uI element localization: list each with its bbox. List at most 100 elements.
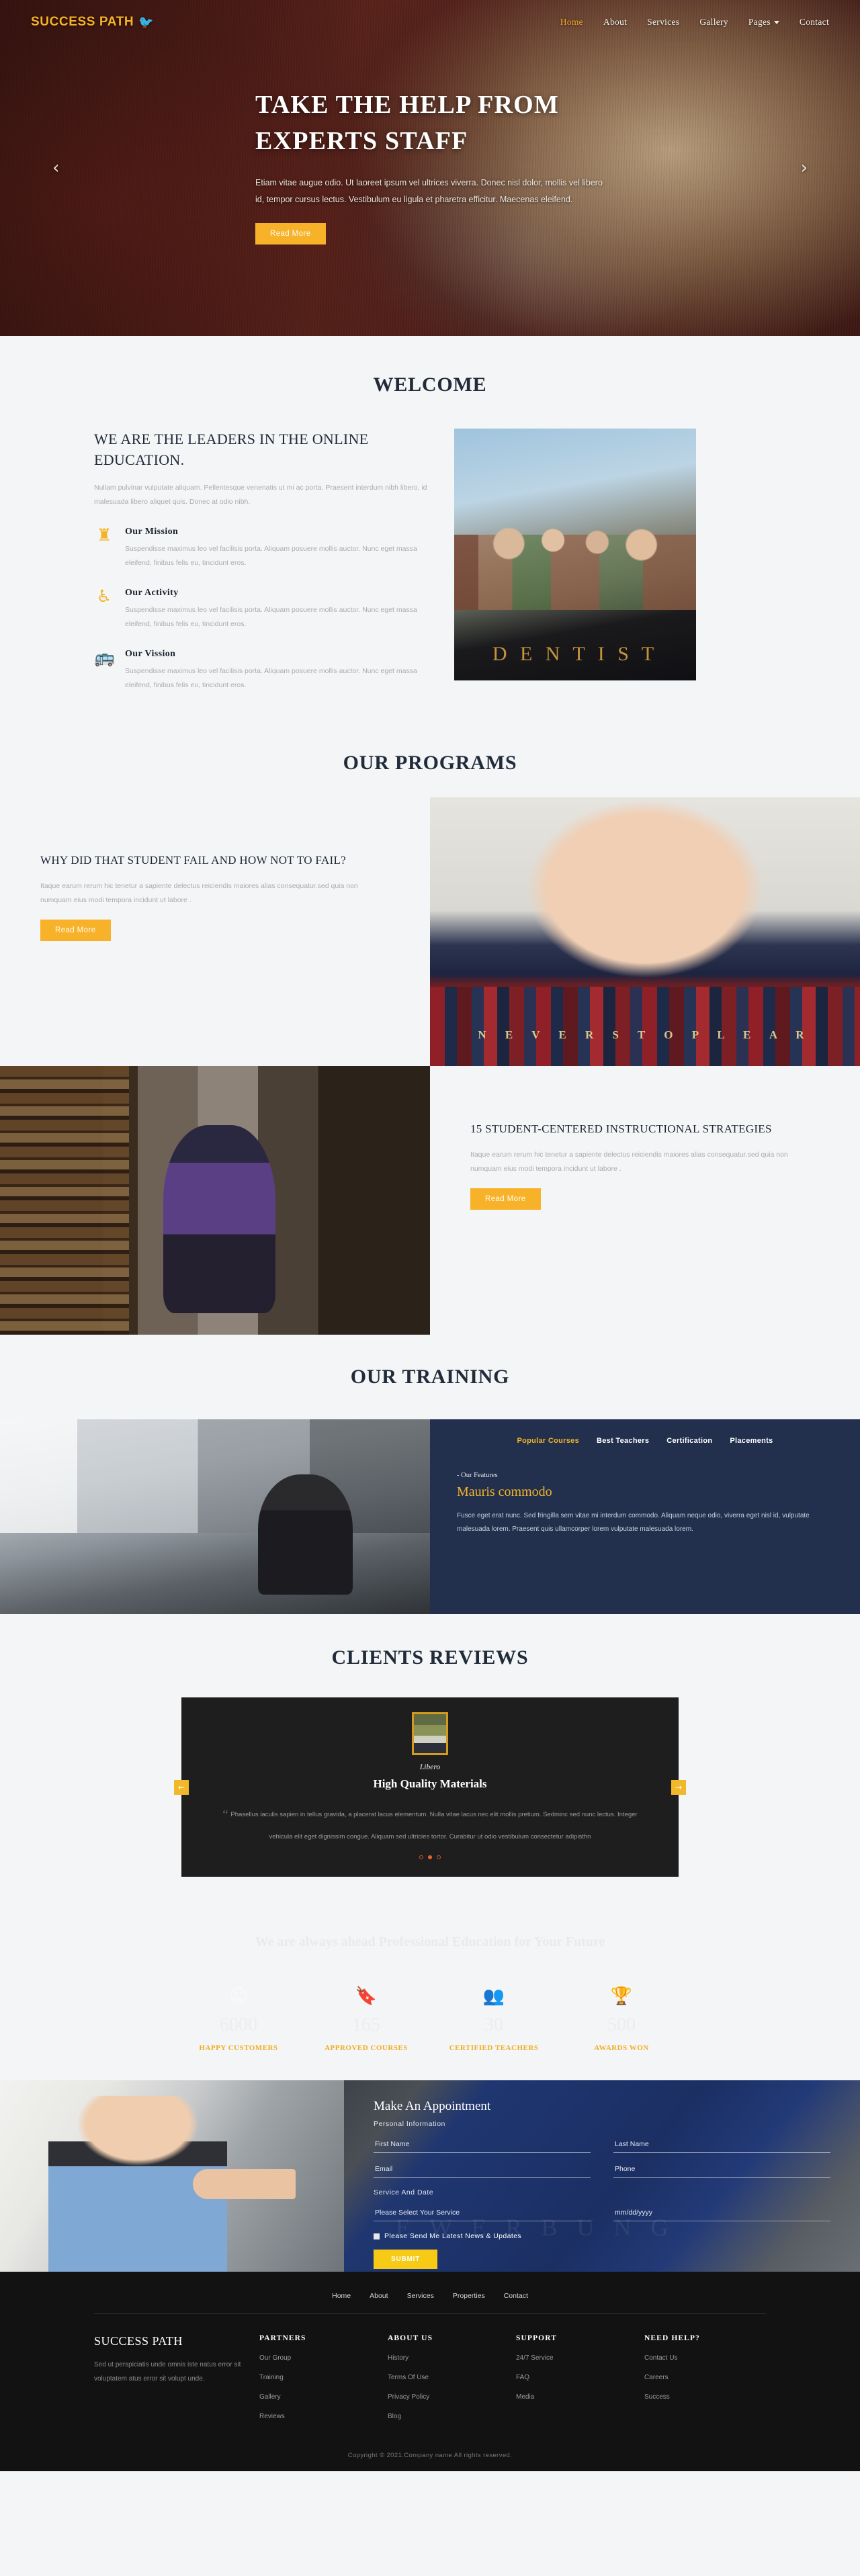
- footer-link-history[interactable]: History: [388, 2354, 408, 2362]
- feature-text-vission: Suspendisse maximus leo vel facilisis po…: [125, 667, 417, 690]
- tab-placements[interactable]: Placements: [730, 1437, 773, 1445]
- nav-item-gallery[interactable]: Gallery: [699, 17, 728, 28]
- footer-link-media[interactable]: Media: [516, 2393, 534, 2401]
- counter-value-approved-courses: 165: [352, 2014, 380, 2036]
- footer-link-privacy-policy[interactable]: Privacy Policy: [388, 2393, 429, 2401]
- testimonial-dot-3[interactable]: [437, 1855, 441, 1860]
- testimonial-dots: [222, 1855, 638, 1860]
- footer-nav-home[interactable]: Home: [332, 2292, 351, 2300]
- training-title: Mauris commodo: [457, 1484, 552, 1500]
- phone-input[interactable]: [613, 2162, 830, 2178]
- counter-value-happy-customers: 6000: [220, 2014, 257, 2036]
- appointment-personal-label: Personal Information: [374, 2120, 445, 2129]
- hero-read-more-button[interactable]: Read More: [255, 222, 326, 245]
- nav-item-services[interactable]: Services: [647, 17, 679, 28]
- footer-nav-properties[interactable]: Properties: [453, 2292, 485, 2300]
- hero-title-line2: EXPERTS STAFF: [255, 126, 468, 155]
- footer-link-reviews[interactable]: Reviews: [259, 2413, 285, 2420]
- programs-section-title: OUR PROGRAMS: [343, 752, 517, 774]
- feature-title-mission: Our Mission: [125, 527, 179, 537]
- books-shelf-graphic: [430, 987, 860, 1067]
- footer-link-gallery[interactable]: Gallery: [259, 2393, 281, 2401]
- welcome-section-title: WELCOME: [373, 373, 487, 396]
- programs-section: OUR PROGRAMS WHY DID THAT STUDENT FAIL A…: [0, 719, 860, 1335]
- counters-section: We are always ahead Professional Educati…: [0, 1912, 860, 2081]
- newsletter-checkbox-row[interactable]: Please Send Me Latest News & Updates: [374, 2232, 830, 2240]
- footer-column-about-us: ABOUT US History Terms Of Use Privacy Po…: [388, 2334, 505, 2429]
- counter-label-happy-customers: HAPPY CUSTOMERS: [199, 2044, 278, 2053]
- counter-certified-teachers: 👥 30 CERTIFIED TEACHERS: [430, 1988, 558, 2052]
- footer-link-247-service[interactable]: 24/7 Service: [516, 2354, 554, 2362]
- testimonial-dot-1[interactable]: [419, 1855, 423, 1860]
- submit-button[interactable]: SUBMIT: [374, 2250, 438, 2270]
- program-read-more-button-2[interactable]: Read More: [470, 1188, 541, 1210]
- main-navigation: Home About Services Gallery Pages Contac…: [560, 17, 829, 28]
- footer-brand-column: SUCCESS PATH Sed ut perspiciatis unde om…: [94, 2334, 249, 2429]
- feature-text-mission: Suspendisse maximus leo vel facilisis po…: [125, 545, 417, 568]
- last-name-input[interactable]: [613, 2137, 830, 2153]
- nav-item-contact[interactable]: Contact: [800, 17, 829, 28]
- welcome-paragraph: Nullam pulvinar vulputate aliquam. Pelle…: [94, 484, 427, 506]
- training-kicker: - Our Features: [457, 1472, 498, 1480]
- bookmark-icon: 🔖: [355, 1986, 378, 2007]
- counter-value-certified-teachers: 30: [484, 2014, 503, 2036]
- training-body: Fusce eget erat nunc. Sed fringilla sem …: [457, 1512, 810, 1534]
- quote-icon: “: [222, 1808, 228, 1822]
- training-image: [0, 1419, 430, 1615]
- site-logo[interactable]: SUCCESS PATH 🐦: [31, 15, 154, 30]
- feature-our-vission: 🚌 Our Vission Suspendisse maximus leo ve…: [94, 649, 430, 693]
- nav-item-home[interactable]: Home: [560, 17, 583, 28]
- appointment-title: Make An Appointment: [374, 2099, 491, 2114]
- testimonial-dot-2[interactable]: [428, 1855, 432, 1860]
- tab-best-teachers[interactable]: Best Teachers: [597, 1437, 649, 1445]
- hero-title: TAKE THE HELP FROM EXPERTS STAFF: [255, 87, 605, 160]
- tab-certification[interactable]: Certification: [666, 1437, 712, 1445]
- logo-text: SUCCESS PATH: [31, 15, 134, 29]
- testimonial-card: ← → Libero High Quality Materials “Phase…: [174, 1697, 686, 1877]
- email-input[interactable]: [374, 2162, 591, 2178]
- footer-link-our-group[interactable]: Our Group: [259, 2354, 291, 2362]
- appointment-section: Make An Appointment Personal Information…: [0, 2080, 860, 2272]
- footer-link-success[interactable]: Success: [644, 2393, 670, 2401]
- footer-link-training[interactable]: Training: [259, 2374, 284, 2381]
- hero-title-line1: TAKE THE HELP FROM: [255, 91, 559, 119]
- feature-our-mission: ♜ Our Mission Suspendisse maximus leo ve…: [94, 527, 430, 570]
- nav-item-about[interactable]: About: [603, 17, 627, 28]
- date-input[interactable]: [613, 2206, 830, 2222]
- feature-title-vission: Our Vission: [125, 649, 176, 660]
- footer-nav-contact[interactable]: Contact: [504, 2292, 528, 2300]
- nav-item-pages[interactable]: Pages: [748, 17, 779, 28]
- site-footer: Home About Services Properties Contact S…: [0, 2272, 860, 2472]
- footer-nav-about[interactable]: About: [370, 2292, 388, 2300]
- footer-link-careers[interactable]: Careers: [644, 2374, 669, 2381]
- footer-link-terms-of-use[interactable]: Terms Of Use: [388, 2374, 429, 2381]
- footer-heading-need-help: NEED HELP?: [644, 2334, 700, 2343]
- service-select-input[interactable]: [374, 2206, 591, 2222]
- checkbox-icon[interactable]: [374, 2233, 380, 2239]
- testimonial-text-wrap: “Phasellus iaculis sapien in tellus grav…: [222, 1800, 638, 1845]
- counter-label-approved-courses: APPROVED COURSES: [325, 2044, 408, 2053]
- footer-link-contact-us[interactable]: Contact Us: [644, 2354, 677, 2362]
- testimonial-text: Phasellus iaculis sapien in tellus gravi…: [230, 1811, 638, 1840]
- trophy-icon: 🏆: [610, 1986, 633, 2007]
- footer-brand-text: Sed ut perspiciatis unde omnis iste natu…: [94, 2361, 241, 2383]
- appointment-service-label: Service And Date: [374, 2188, 434, 2197]
- hero-next-arrow[interactable]: ›: [801, 158, 808, 178]
- footer-column-partners: PARTNERS Our Group Training Gallery Revi…: [259, 2334, 377, 2429]
- hero-prev-arrow[interactable]: ‹: [52, 158, 59, 178]
- feature-our-activity: ♿ Our Activity Suspendisse maximus leo v…: [94, 588, 430, 631]
- program-row-2: 15 STUDENT-CENTERED INSTRUCTIONAL STRATE…: [0, 1066, 860, 1335]
- footer-link-faq[interactable]: FAQ: [516, 2374, 529, 2381]
- testimonial-prev-arrow[interactable]: ←: [174, 1779, 189, 1795]
- footer-brand: SUCCESS PATH: [94, 2334, 183, 2348]
- first-name-input[interactable]: [374, 2137, 591, 2153]
- welcome-text-column: WE ARE THE LEADERS IN THE ONLINE EDUCATI…: [94, 429, 430, 693]
- footer-nav-services[interactable]: Services: [407, 2292, 434, 2300]
- people-icon: 👥: [482, 1986, 505, 2007]
- smiley-icon: ☺: [229, 1986, 248, 2007]
- feature-text-activity: Suspendisse maximus leo vel facilisis po…: [125, 606, 417, 629]
- program-read-more-button-1[interactable]: Read More: [40, 920, 111, 942]
- tab-popular-courses[interactable]: Popular Courses: [517, 1437, 579, 1445]
- footer-link-blog[interactable]: Blog: [388, 2413, 401, 2420]
- testimonial-next-arrow[interactable]: →: [671, 1779, 686, 1795]
